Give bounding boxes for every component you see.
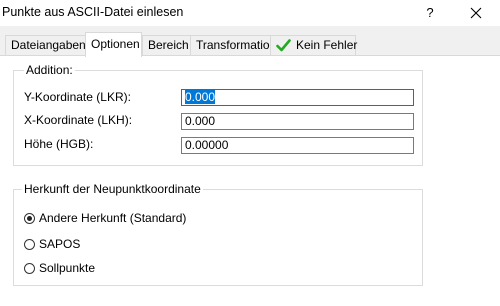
height-input[interactable]: 0.00000 <box>181 137 414 154</box>
tab-strip: Dateiangaben Optionen Bereich Transforma… <box>0 32 500 57</box>
close-icon <box>470 7 482 19</box>
origin-legend: Herkunft der Neupunktkoordinate <box>22 182 203 196</box>
window-title: Punkte aus ASCII-Datei einlesen <box>2 5 184 19</box>
tab-bereich[interactable]: Bereich <box>142 35 191 55</box>
help-button[interactable]: ? <box>413 0 447 26</box>
x-coordinate-input[interactable]: 0.000 <box>181 113 414 130</box>
tab-optionen[interactable]: Optionen <box>85 32 142 57</box>
tab-label: Kein Fehler <box>296 38 358 52</box>
y-coordinate-label: Y-Koordinate (LKR): <box>24 90 131 104</box>
y-coordinate-value: 0.000 <box>185 90 216 104</box>
radio-label: Andere Herkunft (Standard) <box>39 211 187 225</box>
radio-sapos[interactable]: SAPOS <box>24 237 80 251</box>
radio-label: SAPOS <box>39 237 81 251</box>
tab-label: Transformation <box>196 38 277 52</box>
close-button[interactable] <box>458 0 494 26</box>
options-panel: Addition: Y-Koordinate (LKR): 0.000 X-Ko… <box>0 55 500 306</box>
radio-sollpunkte[interactable]: Sollpunkte <box>24 261 95 275</box>
radio-button-checked[interactable] <box>24 212 35 224</box>
tab-label: Bereich <box>148 38 189 52</box>
x-coordinate-value: 0.000 <box>185 114 216 128</box>
x-coordinate-label: X-Koordinate (LKH): <box>24 113 133 127</box>
tab-transformation[interactable]: Transformation <box>190 35 276 55</box>
tab-kein-fehler[interactable]: Kein Fehler <box>270 35 358 55</box>
title-bar: Punkte aus ASCII-Datei einlesen ? <box>0 0 500 26</box>
addition-legend: Addition: <box>24 63 75 77</box>
tab-label: Optionen <box>91 37 140 51</box>
radio-label: Sollpunkte <box>39 261 96 275</box>
tab-dateiangaben[interactable]: Dateiangaben <box>5 35 86 55</box>
height-label: Höhe (HGB): <box>24 137 94 151</box>
radio-andere-herkunft[interactable]: Andere Herkunft (Standard) <box>24 211 186 225</box>
radio-button[interactable] <box>24 262 35 274</box>
radio-button[interactable] <box>24 238 35 250</box>
addition-group: Addition: Y-Koordinate (LKR): 0.000 X-Ko… <box>13 63 423 166</box>
height-value: 0.00000 <box>185 138 229 152</box>
y-coordinate-input[interactable]: 0.000 <box>181 89 414 106</box>
tab-label: Dateiangaben <box>11 38 86 52</box>
